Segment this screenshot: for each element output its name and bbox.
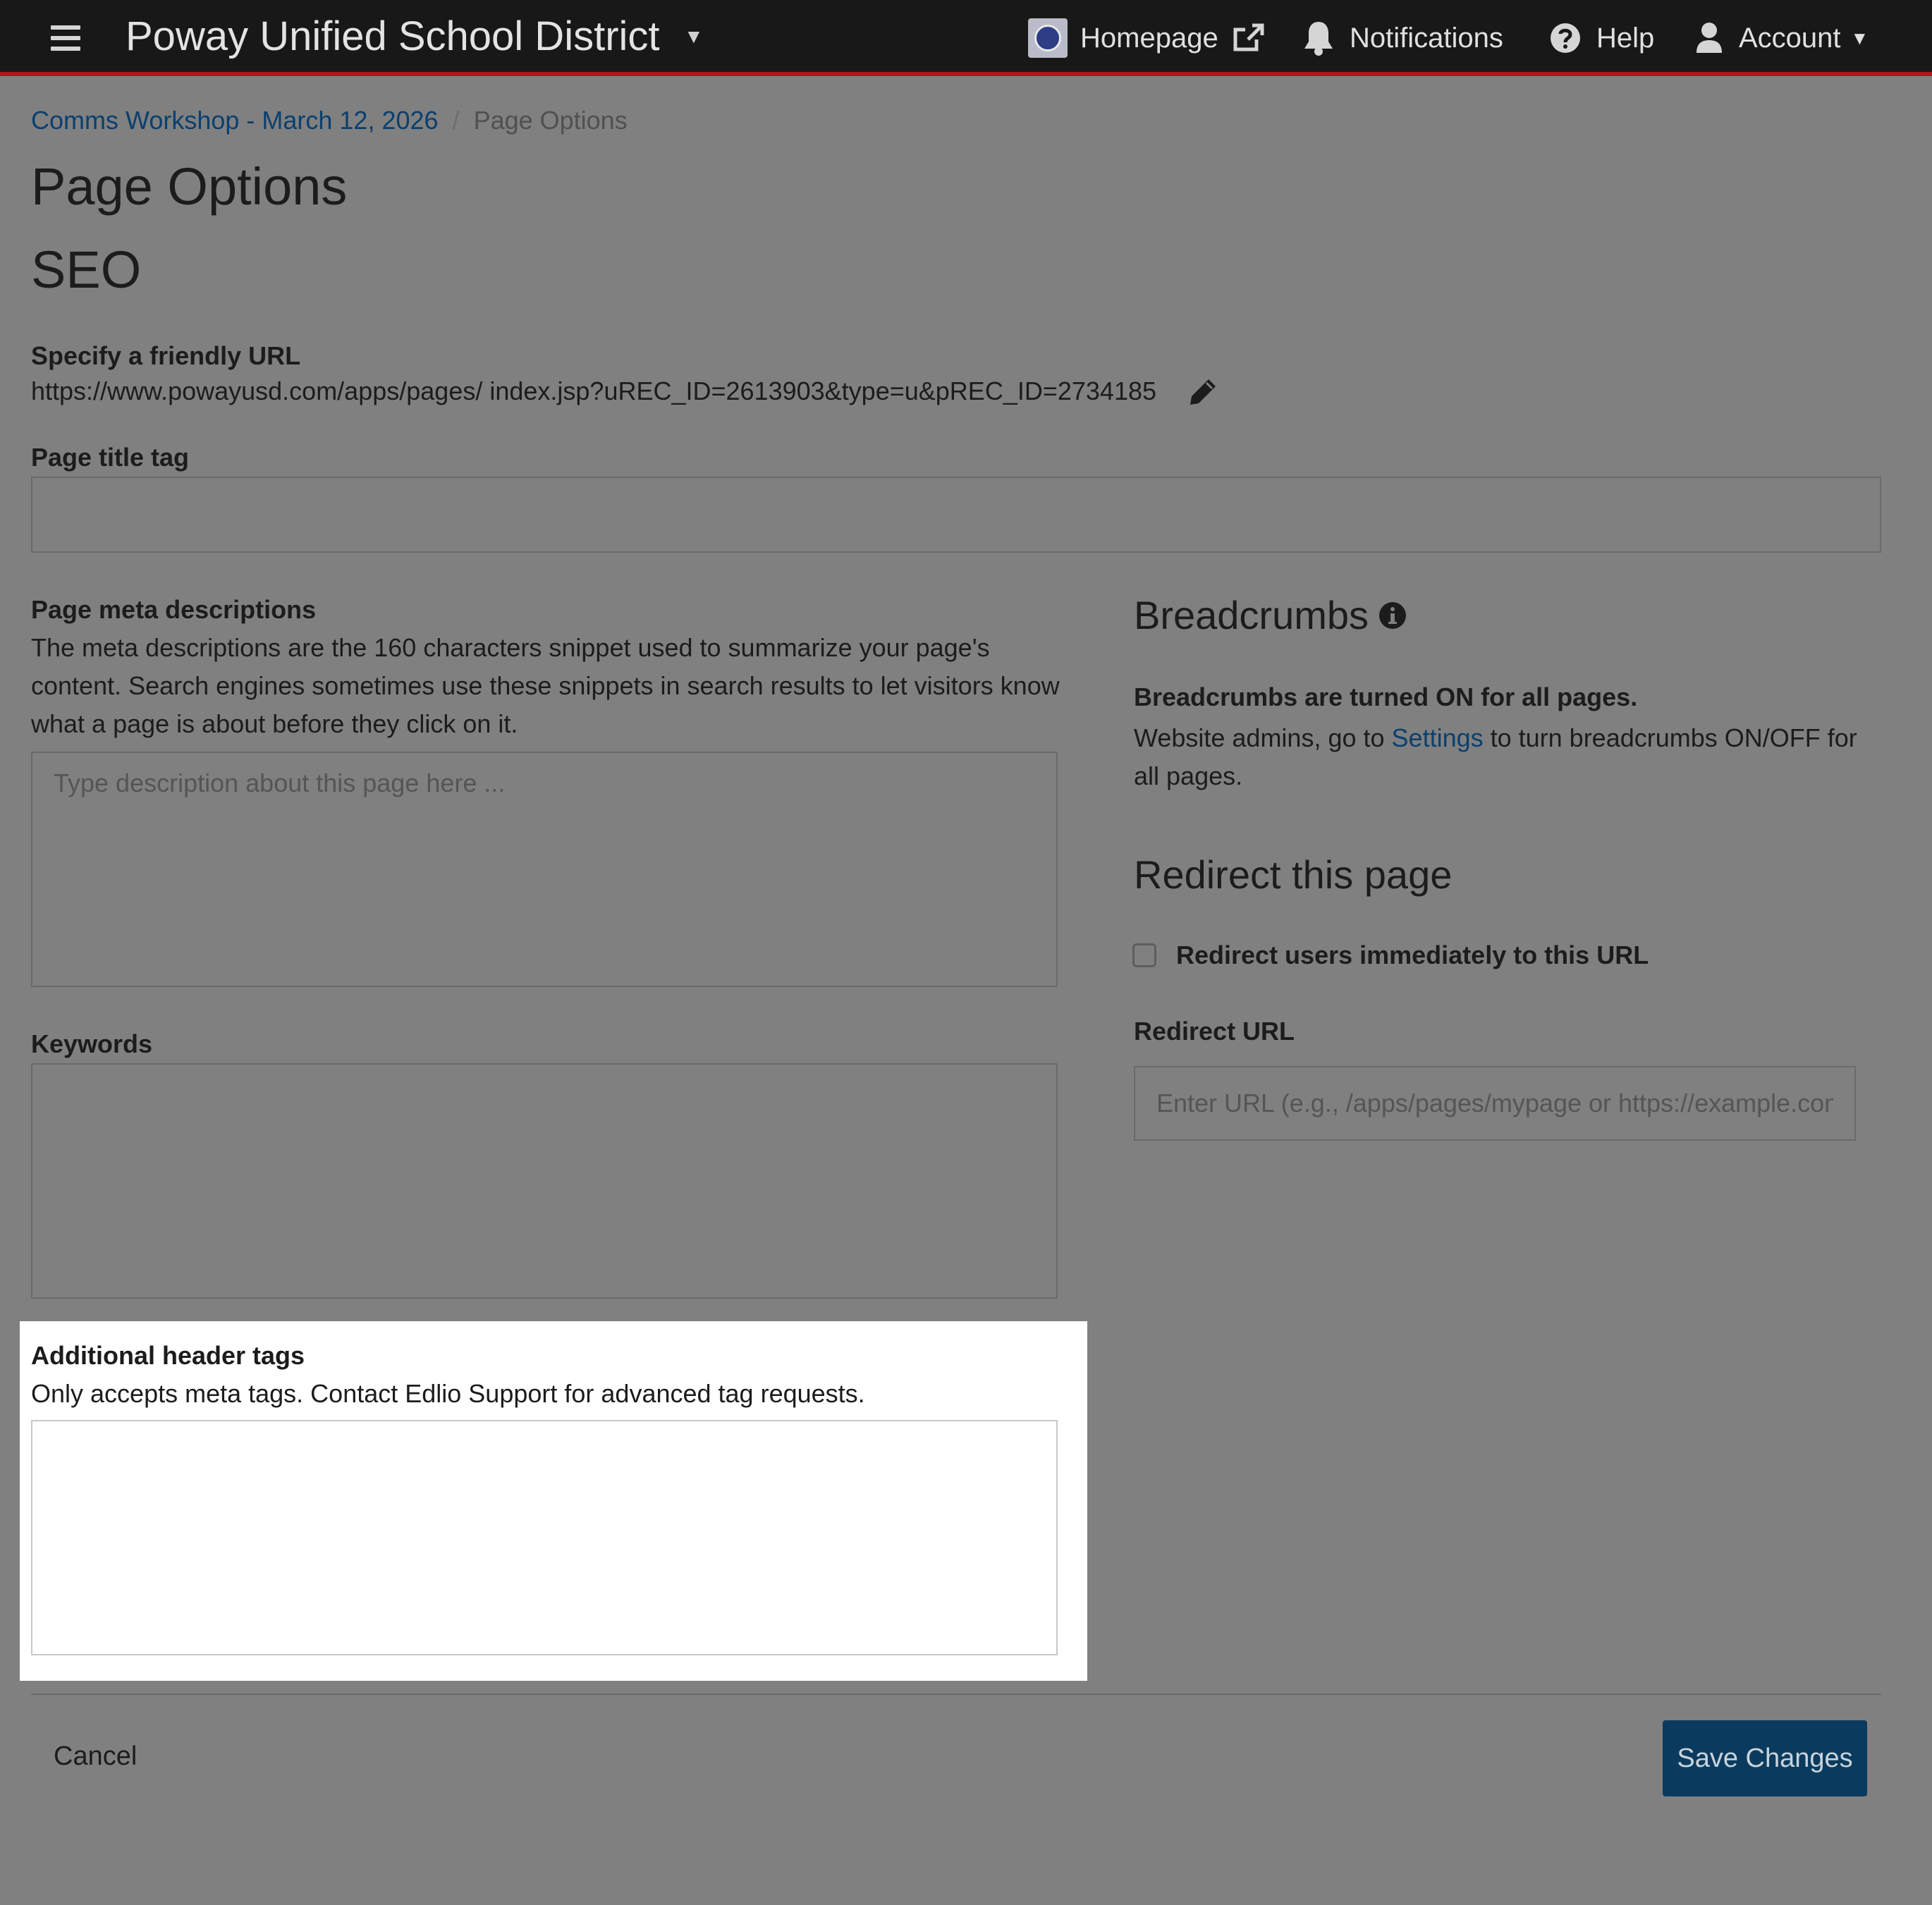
breadcrumbs-help-before: Website admins, go to [1134, 723, 1392, 752]
friendly-url-label: Specify a friendly URL [31, 341, 301, 370]
breadcrumb: Comms Workshop - March 12, 2026 / Page Opt… [31, 106, 628, 135]
meta-descriptions-help: The meta descriptions are the 160 charac… [31, 633, 1060, 738]
redirect-checkbox[interactable] [1132, 943, 1156, 967]
school-seal-icon [1028, 18, 1068, 58]
page-title: Page Options [31, 157, 348, 216]
redirect-title: Redirect this page [1134, 852, 1453, 897]
breadcrumbs-title: Breadcrumbs [1134, 592, 1407, 638]
top-navigation-bar: Poway Unified School District ▼ Homepage… [0, 0, 1932, 76]
keywords-textarea[interactable] [31, 1063, 1058, 1299]
meta-descriptions-label: Page meta descriptions [31, 595, 317, 624]
cancel-button[interactable]: Cancel [54, 1741, 137, 1772]
breadcrumb-parent-link[interactable]: Comms Workshop - March 12, 2026 [31, 106, 439, 135]
notifications-link[interactable]: Notifications [1303, 18, 1503, 58]
info-circle-icon[interactable] [1378, 601, 1407, 630]
account-label: Account [1739, 22, 1841, 54]
help-label: Help [1596, 22, 1655, 54]
external-link-icon [1233, 23, 1264, 51]
page-title-tag-input[interactable] [31, 477, 1881, 553]
redirect-checkbox-label[interactable]: Redirect users immediately to this URL [1176, 941, 1649, 970]
friendly-url-value: https://www.powayusd.com/apps/pages/ ind… [31, 376, 1157, 405]
caret-down-icon[interactable]: ▼ [684, 25, 704, 48]
site-switcher[interactable]: Poway Unified School District [126, 13, 660, 60]
breadcrumbs-title-text: Breadcrumbs [1134, 593, 1369, 637]
homepage-link[interactable]: Homepage [1028, 18, 1265, 58]
page-title-tag-label: Page title tag [31, 443, 190, 472]
breadcrumbs-status: Breadcrumbs are turned ON for all pages. [1134, 682, 1638, 711]
caret-down-icon: ▼ [1850, 27, 1869, 49]
save-changes-button[interactable]: Save Changes [1663, 1720, 1867, 1796]
bell-icon [1304, 22, 1333, 56]
homepage-label: Homepage [1080, 22, 1218, 54]
user-icon [1696, 23, 1722, 53]
header-tags-label: Additional header tags [31, 1341, 305, 1370]
header-tags-textarea[interactable] [31, 1420, 1058, 1655]
settings-link[interactable]: Settings [1392, 723, 1484, 752]
breadcrumb-current: Page Options [473, 106, 628, 135]
help-link[interactable]: Help [1550, 18, 1654, 58]
breadcrumbs-help: Website admins, go to Settings to turn b… [1134, 719, 1860, 795]
account-menu[interactable]: Account ▼ [1695, 18, 1869, 58]
notifications-label: Notifications [1350, 22, 1503, 54]
breadcrumb-separator: / [452, 106, 460, 135]
keywords-label: Keywords [31, 1029, 153, 1058]
question-circle-icon [1551, 23, 1580, 53]
meta-description-textarea[interactable] [31, 752, 1058, 987]
pencil-icon[interactable] [1187, 376, 1218, 408]
footer-divider [31, 1693, 1881, 1695]
seo-section-title: SEO [31, 240, 142, 299]
header-tags-help: Only accepts meta tags. Contact Edlio Su… [31, 1379, 865, 1408]
redirect-url-label: Redirect URL [1134, 1017, 1295, 1046]
redirect-url-input[interactable] [1134, 1066, 1856, 1141]
hamburger-icon[interactable] [51, 25, 80, 51]
